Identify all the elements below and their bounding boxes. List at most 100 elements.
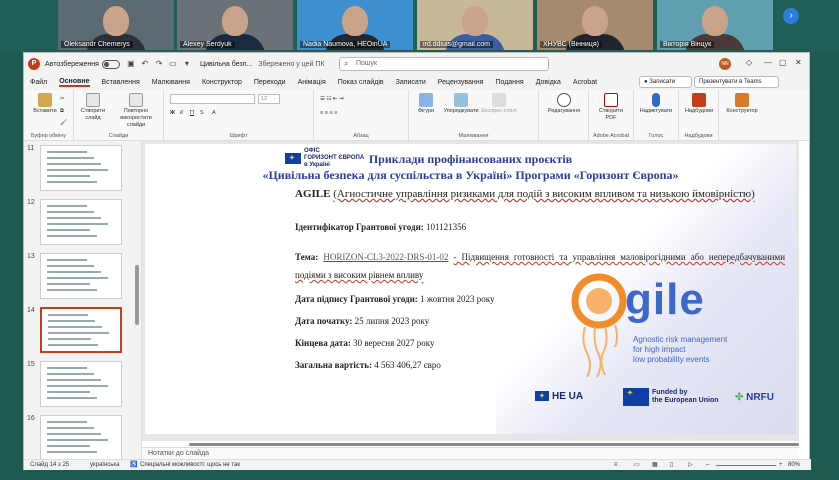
thumbnail-line — [47, 235, 97, 237]
quick-styles-button[interactable]: Експрес-стилі — [481, 93, 517, 115]
agile-tagline: Agnostic risk management for high impact… — [633, 335, 728, 364]
participant-video — [582, 6, 608, 36]
redo-icon[interactable]: ↷ — [154, 59, 164, 69]
save-icon[interactable]: ▣ — [126, 59, 136, 69]
copy-icon[interactable]: ⧉ — [60, 108, 64, 115]
thumbnail-line — [48, 332, 109, 334]
addins-icon — [692, 93, 706, 107]
underline-icon[interactable]: П — [190, 110, 194, 116]
thumbnail-line — [47, 289, 97, 291]
cut-icon[interactable]: ✂ — [60, 96, 65, 102]
minimize-icon[interactable]: — — [764, 58, 772, 67]
zoom-slider[interactable] — [716, 465, 776, 466]
bullets-icon[interactable]: ☰ ☷ ⇤ ⇥ — [320, 96, 344, 102]
slideshow-icon[interactable]: ▭ — [168, 59, 178, 69]
ribbon-tab[interactable]: Довідка — [536, 79, 561, 86]
sign-date: 1 жовтня 2023 року — [420, 294, 495, 304]
format-painter-icon[interactable]: 🖌 — [60, 120, 67, 126]
notes-pane[interactable]: Нотатки до слайда — [142, 447, 799, 459]
paste-button[interactable]: Вставити — [30, 93, 60, 115]
slide-thumbnail[interactable] — [40, 361, 122, 407]
project-description: (Агностичне управління ризиками для поді… — [333, 188, 755, 200]
slide-thumbnail[interactable] — [40, 145, 122, 191]
ribbon-tab[interactable]: Показ слайдів — [338, 79, 384, 86]
next-participants-button[interactable]: › — [783, 8, 799, 24]
thumbnail-line — [47, 157, 94, 159]
designer-label: Конструктор — [726, 108, 758, 114]
designer-button[interactable]: Конструктор — [723, 93, 761, 115]
ribbon-tab[interactable]: Подання — [495, 79, 523, 86]
ribbon-tab[interactable]: Рецензування — [438, 79, 484, 86]
participant-tile[interactable]: Nadia Naumova, HEOinUA — [297, 0, 413, 50]
ribbon-tab[interactable]: Малювання — [152, 79, 190, 86]
total-cost-field: Загальна вартість: 4 563 406,27 євро — [295, 360, 441, 370]
current-slide[interactable]: ОФІС ГОРИЗОНТ ЄВРОПА в Україні Приклади … — [145, 144, 796, 434]
autosave-label: Автозбереження — [45, 60, 99, 68]
arrange-button[interactable]: Упорядкувати — [443, 93, 479, 115]
slide-editing-area: ОФІС ГОРИЗОНТ ЄВРОПА в Україні Приклади … — [142, 141, 799, 441]
ribbon-tab[interactable]: Файл — [30, 79, 47, 86]
font-size-select[interactable]: 12 — [258, 94, 280, 104]
thumbnails-scrollbar[interactable] — [135, 145, 139, 455]
editing-button[interactable]: Редагування — [543, 93, 585, 115]
search-box[interactable]: ⌕ Пошук — [339, 57, 549, 71]
coauthor-icon[interactable]: ◇ — [746, 58, 752, 67]
shadow-icon[interactable]: S — [200, 110, 204, 116]
slide-thumbnail[interactable] — [40, 415, 122, 461]
participant-tile[interactable]: ird.ddiuis@gmail.com — [417, 0, 533, 50]
topic-label: Тема: — [295, 252, 319, 262]
ribbon-tab[interactable]: Записати — [396, 79, 426, 86]
participant-tile[interactable]: Oleksandr Chemerys — [58, 0, 174, 50]
participant-tile[interactable]: Вікторія Вінцук — [657, 0, 773, 50]
paragraph-group-label: Абзац — [353, 133, 369, 139]
save-status[interactable]: Збережено у цей ПК — [258, 61, 324, 68]
italic-icon[interactable]: К — [180, 110, 183, 116]
participant-tile[interactable]: ХНУВС (Вінниця) — [537, 0, 653, 50]
editing-group: Редагування — [539, 90, 589, 141]
thumbnail-line — [47, 445, 90, 447]
ribbon-tab[interactable]: Acrobat — [573, 79, 597, 86]
record-button[interactable]: ● Записати — [639, 76, 693, 88]
font-name-select[interactable] — [170, 94, 255, 104]
arrange-label: Упорядкувати — [443, 108, 479, 114]
sign-date-field: Дата підпису Грантової угоди: 1 жовтня 2… — [295, 294, 494, 304]
slide-number: 14 — [27, 307, 35, 314]
ribbon-tab[interactable]: Конструктор — [202, 79, 242, 86]
reuse-slides-button[interactable]: Повторно використати слайди — [114, 93, 158, 129]
ribbon-tab[interactable]: Анімація — [298, 79, 326, 86]
dictate-button[interactable]: Надиктувати — [636, 93, 676, 115]
ribbon-tab[interactable]: Переходи — [254, 79, 286, 86]
addins-group: Надбудови Надбудови — [679, 90, 719, 141]
topic-code-link[interactable]: HORIZON-CL3-2022-DRS-01-02 — [323, 252, 448, 262]
slide-number: 11 — [27, 145, 35, 152]
nrfu-logo: ✣ NRFU — [735, 392, 774, 403]
slide-thumbnail[interactable] — [40, 307, 122, 353]
maximize-icon[interactable]: ▢ — [779, 58, 787, 67]
slide-thumbnail[interactable] — [40, 253, 122, 299]
ribbon-tab[interactable]: Основне — [59, 78, 90, 87]
hscroll-thumb[interactable] — [189, 443, 799, 446]
ribbon-tab[interactable]: Вставлення — [102, 79, 140, 86]
close-icon[interactable]: ✕ — [795, 58, 802, 67]
participant-tile[interactable]: Alexey Serdyuk — [177, 0, 293, 50]
drawing-group: Фігури Упорядкувати Експрес-стилі Малюва… — [409, 90, 539, 141]
slide-number: 13 — [27, 253, 35, 260]
shapes-button[interactable]: Фігури — [411, 93, 441, 115]
end-label: Кінцева дата: — [295, 338, 351, 348]
present-teams-button[interactable]: Презентувати в Teams — [694, 76, 779, 88]
thumbnail-line — [47, 175, 90, 177]
font-color-icon[interactable]: A — [212, 110, 216, 116]
align-icon[interactable]: ≡ ≡ ≡ ≡ — [320, 110, 337, 116]
quick-styles-icon — [492, 93, 506, 107]
autosave-toggle[interactable] — [101, 59, 120, 69]
scroll-thumb[interactable] — [135, 265, 139, 325]
bold-icon[interactable]: Ж — [170, 110, 175, 116]
user-avatar[interactable]: NN — [719, 58, 731, 70]
customize-icon[interactable]: ▾ — [182, 59, 192, 69]
new-slide-button[interactable]: Створити слайд — [78, 93, 108, 122]
addins-button[interactable]: Надбудови — [681, 93, 717, 115]
create-pdf-button[interactable]: Створити PDF — [593, 93, 629, 122]
slide-thumbnail[interactable] — [40, 199, 122, 245]
undo-icon[interactable]: ↶ — [140, 59, 150, 69]
ribbon-tabs: Файл Основне Вставлення Малювання Конструкто… — [24, 75, 809, 90]
